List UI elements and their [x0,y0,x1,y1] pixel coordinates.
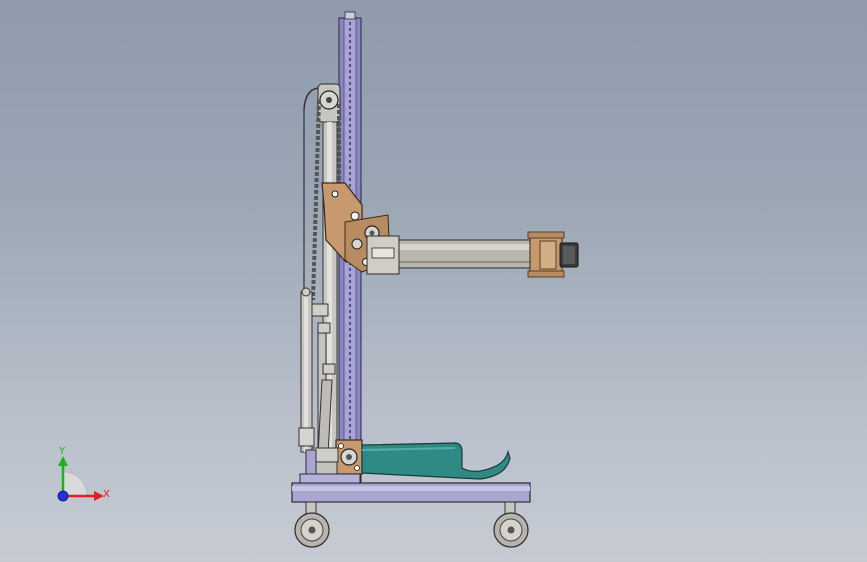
top-pulley[interactable] [317,83,341,123]
graphics-viewport[interactable]: Y X [0,0,867,562]
z-axis-dot-icon [57,490,69,502]
y-axis-label: Y [58,446,66,457]
caster-wheel-right[interactable] [493,501,529,548]
caster-wheel-left[interactable] [294,501,330,548]
horizontal-arm[interactable] [366,235,536,275]
mast-cap [344,11,356,20]
x-axis-label: X [103,489,110,500]
lower-gripper[interactable] [361,442,511,480]
arm-end-head[interactable] [527,231,579,278]
coordinate-triad[interactable]: Y X [57,446,110,502]
cad-scene[interactable]: Y X [0,0,867,562]
